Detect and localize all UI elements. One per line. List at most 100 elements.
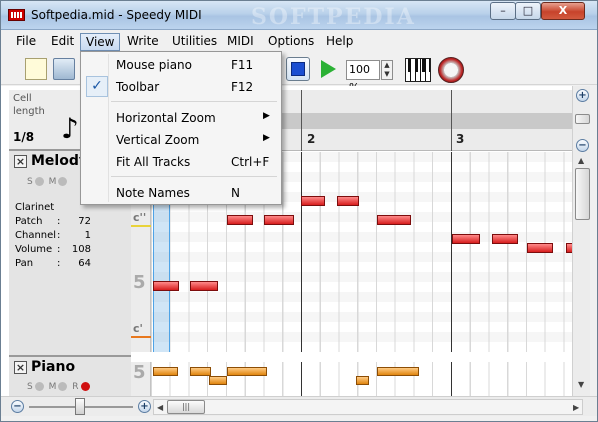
channel-row: Channel: 1 bbox=[15, 229, 91, 243]
prop-colon: : bbox=[57, 230, 61, 241]
note[interactable] bbox=[227, 367, 267, 376]
menu-item-toolbar[interactable]: ✓ Toolbar F12 bbox=[83, 76, 279, 98]
zoom-spinner[interactable]: ▲ ▼ bbox=[381, 60, 393, 80]
horizontal-zoom-in-icon[interactable]: + bbox=[138, 400, 151, 413]
menu-item-shortcut: Ctrl+F bbox=[231, 155, 270, 169]
prop-colon: : bbox=[57, 216, 61, 227]
menu-separator bbox=[111, 176, 277, 177]
piano-track-roll[interactable]: 5 bbox=[131, 362, 572, 396]
stop-icon bbox=[291, 62, 305, 76]
close-track-icon[interactable]: × bbox=[14, 361, 27, 374]
note[interactable] bbox=[264, 215, 294, 225]
prop-key: Channel bbox=[15, 230, 57, 241]
note[interactable] bbox=[190, 281, 218, 291]
note[interactable] bbox=[301, 196, 325, 206]
note[interactable] bbox=[356, 376, 369, 385]
stop-button[interactable] bbox=[286, 57, 310, 81]
minimize-button[interactable]: – bbox=[490, 2, 516, 20]
note[interactable] bbox=[337, 196, 359, 206]
horizontal-scrollbar[interactable]: ◀ ▶ bbox=[153, 399, 583, 415]
eighth-note-icon[interactable]: ♪ bbox=[61, 114, 79, 144]
measure-line bbox=[301, 362, 302, 396]
menu-help[interactable]: Help bbox=[321, 33, 358, 51]
note[interactable] bbox=[153, 281, 179, 291]
record-label: R bbox=[72, 382, 79, 392]
zoom-input[interactable]: 100 % bbox=[346, 60, 380, 94]
note[interactable] bbox=[153, 367, 178, 376]
note[interactable] bbox=[190, 367, 211, 376]
menu-utilities[interactable]: Utilities bbox=[167, 33, 222, 51]
submenu-arrow-icon: ▶ bbox=[263, 111, 270, 121]
solo-toggle[interactable] bbox=[34, 382, 44, 391]
menu-item-vertical-zoom[interactable]: Vertical Zoom ▶ bbox=[83, 129, 279, 151]
note[interactable] bbox=[492, 234, 518, 244]
menu-item-note-names[interactable]: Note Names N bbox=[83, 182, 279, 204]
note[interactable] bbox=[377, 215, 411, 225]
zoom-out-icon[interactable]: − bbox=[576, 139, 589, 152]
prop-value[interactable]: 108 bbox=[69, 243, 91, 257]
mute-label: M bbox=[48, 177, 57, 187]
menu-item-horizontal-zoom[interactable]: Horizontal Zoom ▶ bbox=[83, 107, 279, 129]
measure-line bbox=[301, 90, 302, 151]
menu-item-label: Note Names bbox=[116, 186, 190, 200]
piano-icon[interactable] bbox=[405, 58, 431, 82]
note[interactable] bbox=[527, 243, 553, 253]
menu-item-shortcut: F11 bbox=[231, 58, 254, 72]
watermark-logo: SOFTPEDIA bbox=[251, 4, 416, 30]
new-document-icon[interactable] bbox=[25, 58, 47, 80]
prop-value[interactable]: 72 bbox=[69, 215, 91, 229]
menu-item-label: Vertical Zoom bbox=[116, 133, 200, 147]
open-folder-icon[interactable] bbox=[53, 58, 75, 80]
mute-toggle[interactable] bbox=[58, 177, 68, 186]
record-toggle[interactable] bbox=[80, 382, 90, 391]
measure-number: 3 bbox=[456, 132, 465, 146]
menu-item-label: Horizontal Zoom bbox=[116, 111, 216, 125]
maximize-button[interactable]: □ bbox=[515, 2, 541, 20]
zoom-in-icon[interactable]: + bbox=[576, 89, 589, 102]
menu-file[interactable]: File bbox=[11, 33, 41, 51]
menu-view[interactable]: View bbox=[80, 33, 121, 51]
cell-length-value[interactable]: 1/8 bbox=[13, 130, 34, 144]
horizontal-zoom-out-icon[interactable]: − bbox=[11, 400, 24, 413]
prop-value[interactable]: 64 bbox=[69, 257, 91, 271]
drum-icon[interactable] bbox=[438, 57, 464, 83]
scroll-left-icon[interactable]: ◀ bbox=[157, 403, 163, 412]
pan-row: Pan:64 bbox=[15, 257, 91, 271]
menu-item-mouse-piano[interactable]: Mouse piano F11 bbox=[83, 54, 279, 76]
prop-value[interactable]: 1 bbox=[69, 229, 91, 243]
close-button[interactable]: X bbox=[541, 2, 585, 20]
horizontal-scroll-thumb[interactable]: ||| bbox=[167, 400, 205, 414]
prop-colon: : bbox=[57, 258, 61, 269]
menu-item-shortcut: N bbox=[231, 186, 240, 200]
menu-item-fit-all-tracks[interactable]: Fit All Tracks Ctrl+F bbox=[83, 151, 279, 173]
scroll-right-icon[interactable]: ▶ bbox=[573, 403, 579, 412]
vertical-zoom-thumb[interactable] bbox=[575, 114, 590, 124]
close-track-icon[interactable]: × bbox=[14, 155, 27, 168]
menu-options[interactable]: Options bbox=[263, 33, 319, 51]
menu-write[interactable]: Write bbox=[122, 33, 164, 51]
scroll-down-icon[interactable]: ▼ bbox=[578, 380, 584, 389]
pitch-label: c' bbox=[133, 322, 143, 335]
play-icon[interactable] bbox=[321, 60, 336, 78]
octave-label: 5 bbox=[133, 272, 146, 293]
horizontal-zoom-thumb[interactable] bbox=[75, 398, 85, 415]
measure-line bbox=[451, 362, 452, 396]
pitch-label: c'' bbox=[133, 211, 147, 224]
note[interactable] bbox=[209, 376, 227, 385]
vertical-scroll-thumb[interactable] bbox=[575, 168, 590, 220]
solo-toggle[interactable] bbox=[34, 177, 44, 186]
menu-edit[interactable]: Edit bbox=[46, 33, 79, 51]
submenu-arrow-icon: ▶ bbox=[263, 133, 270, 143]
prop-key: Pan bbox=[15, 258, 34, 269]
mute-toggle[interactable] bbox=[58, 382, 68, 391]
menu-midi[interactable]: MIDI bbox=[222, 33, 259, 51]
note[interactable] bbox=[452, 234, 480, 244]
volume-row: Volume:108 bbox=[15, 243, 91, 257]
note[interactable] bbox=[377, 367, 419, 376]
prop-key: Patch bbox=[15, 216, 43, 227]
octave-marker bbox=[131, 336, 151, 338]
patch-row: Patch:72 bbox=[15, 215, 91, 229]
scroll-up-icon[interactable]: ▲ bbox=[578, 156, 584, 165]
track-name[interactable]: Piano bbox=[31, 359, 75, 375]
note[interactable] bbox=[227, 215, 253, 225]
